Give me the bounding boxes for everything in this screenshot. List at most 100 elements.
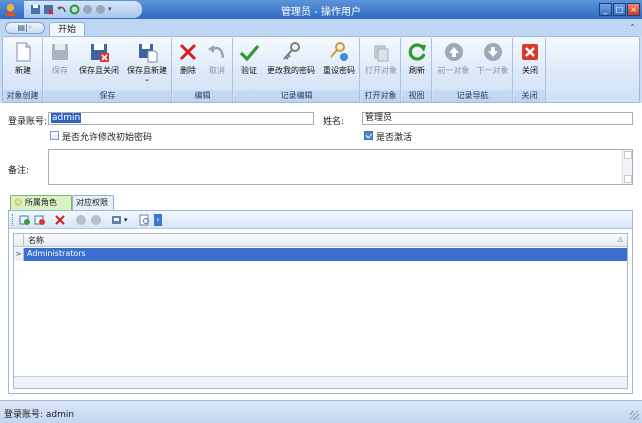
key-reset-icon <box>330 42 348 61</box>
table-row[interactable]: > Administrators <box>14 248 627 261</box>
allow-change-password-checkbox[interactable] <box>50 131 59 140</box>
delete-button-label: 删除 <box>180 66 196 75</box>
notes-textarea[interactable] <box>48 149 633 185</box>
save-button-label: 保存 <box>52 66 68 75</box>
unlink-icon[interactable] <box>34 214 46 226</box>
notes-scrollbar[interactable] <box>622 150 632 184</box>
new-button[interactable]: 新建 <box>5 41 41 87</box>
group-label-record-navigation: 记录导航 <box>433 90 512 102</box>
active-label: 是否激活 <box>376 133 413 143</box>
refresh-button[interactable]: 刷新 <box>404 41 430 87</box>
group-open-object: 打开对象 打开对象 <box>361 38 401 102</box>
delete-icon[interactable] <box>54 214 66 226</box>
group-label-close: 关闭 <box>514 90 545 102</box>
refresh-button-label: 刷新 <box>409 66 425 75</box>
role-name-cell[interactable]: Administrators <box>27 249 86 258</box>
group-label-edit: 编辑 <box>173 90 232 102</box>
column-header-name[interactable]: 名称 <box>28 235 44 246</box>
previous-object-label: 前一对象 <box>437 66 470 75</box>
arrow-down-circle-icon <box>483 43 502 61</box>
save-and-new-button[interactable]: 保存且新建 ⌄ <box>124 41 170 87</box>
scroll-up-icon[interactable] <box>624 151 632 159</box>
roles-grid: 名称 △ > Administrators <box>13 233 628 389</box>
toolbar-grip <box>12 214 15 226</box>
row-indicator-icon: > <box>14 248 24 261</box>
scroll-down-icon[interactable] <box>624 175 632 183</box>
ribbon-collapse-icon[interactable]: ⌃ <box>629 23 636 32</box>
login-input[interactable]: admin <box>48 112 314 125</box>
close-button[interactable]: 关闭 <box>516 41 544 87</box>
resize-grip-icon[interactable] <box>630 411 639 420</box>
previous-record-icon[interactable] <box>75 214 87 226</box>
minimize-button[interactable]: _ <box>599 3 612 16</box>
name-input[interactable]: 管理员 <box>362 112 633 125</box>
status-text: 登录账号: admin <box>4 410 75 420</box>
group-edit: 删除 取消 编辑 <box>173 38 233 102</box>
allow-change-password-label: 是否允许修改初始密码 <box>62 133 153 143</box>
group-label-save: 保存 <box>44 90 171 102</box>
login-value: admin <box>51 113 82 123</box>
link-icon[interactable] <box>19 214 31 226</box>
group-label-object-create: 对象创建 <box>3 90 42 102</box>
roles-panel: ▾ › 名称 △ > Administrators <box>8 210 633 394</box>
delete-button[interactable]: 删除 <box>175 41 201 87</box>
row-header-corner <box>14 234 24 247</box>
group-object-create: 新建 对象创建 <box>3 38 43 102</box>
validate-button[interactable]: 验证 <box>236 41 262 87</box>
name-label: 姓名: <box>323 117 345 127</box>
new-button-label: 新建 <box>15 66 31 75</box>
save-and-close-label: 保存且关闭 <box>79 66 119 75</box>
group-save: 保存 保存且关闭 保存且新建 ⌄ 保存 <box>44 38 172 102</box>
open-object-button[interactable]: 打开对象 <box>363 41 399 87</box>
notes-label: 备注: <box>8 166 30 176</box>
reset-password-button[interactable]: 重设密码 <box>320 41 358 87</box>
export-icon[interactable] <box>111 214 123 226</box>
tab-home[interactable]: 开始 <box>49 22 85 37</box>
open-object-label: 打开对象 <box>365 66 397 75</box>
group-label-view: 视图 <box>402 90 431 102</box>
reset-password-label: 重设密码 <box>323 66 355 75</box>
grid-header: 名称 △ <box>14 234 627 247</box>
group-label-open-object: 打开对象 <box>361 90 400 102</box>
toolbar-overflow-icon[interactable]: › <box>154 214 162 226</box>
tab-permissions-label: 对应权限 <box>76 198 108 207</box>
maximize-button[interactable]: □ <box>613 3 626 16</box>
tab-roles-label: 所属角色 <box>24 198 57 207</box>
undo-icon <box>208 45 225 59</box>
group-record-navigation: 前一对象 下一对象 记录导航 <box>433 38 513 102</box>
change-password-label: 更改我的密码 <box>267 66 315 75</box>
save-button[interactable]: 保存 <box>46 41 74 87</box>
window-controls: _ □ × <box>599 3 640 16</box>
filter-icon[interactable] <box>139 214 151 226</box>
save-close-icon <box>91 44 109 62</box>
roles-icon: ☺ <box>14 198 23 207</box>
next-object-label: 下一对象 <box>476 66 509 75</box>
cancel-button-label: 取消 <box>209 66 225 75</box>
close-button-label: 关闭 <box>522 66 538 75</box>
save-new-icon <box>139 44 158 63</box>
group-label-record-edit: 记录编辑 <box>234 90 359 102</box>
window-title: 管理员 - 操作用户 <box>281 7 361 18</box>
close-icon <box>522 44 538 60</box>
next-record-icon[interactable] <box>90 214 102 226</box>
group-view: 刷新 视图 <box>402 38 432 102</box>
open-object-icon <box>374 45 389 62</box>
group-record-edit: 验证 更改我的密码 重设密码 记录编辑 <box>234 38 360 102</box>
dropdown-arrow-icon[interactable]: ⌄ <box>124 76 170 83</box>
sort-ascending-icon: △ <box>617 235 623 243</box>
change-my-password-button[interactable]: 更改我的密码 <box>264 41 318 87</box>
grid-footer <box>14 376 627 388</box>
cancel-button[interactable]: 取消 <box>203 41 231 87</box>
save-and-close-button[interactable]: 保存且关闭 <box>76 41 122 87</box>
checkmark-icon <box>239 44 260 62</box>
title-bar: ▾ 管理员 - 操作用户 _ □ × <box>0 0 642 19</box>
export-dropdown-icon[interactable]: ▾ <box>124 214 130 226</box>
arrow-up-circle-icon <box>444 43 463 61</box>
previous-object-button[interactable]: 前一对象 <box>435 41 472 87</box>
active-checkbox[interactable] <box>364 131 373 140</box>
application-menu-button[interactable]: ▤|◦ <box>5 22 45 34</box>
tab-roles[interactable]: ☺ 所属角色 <box>10 195 72 210</box>
next-object-button[interactable]: 下一对象 <box>474 41 511 87</box>
close-window-button[interactable]: × <box>627 3 640 16</box>
tab-permissions[interactable]: 对应权限 <box>72 195 114 210</box>
